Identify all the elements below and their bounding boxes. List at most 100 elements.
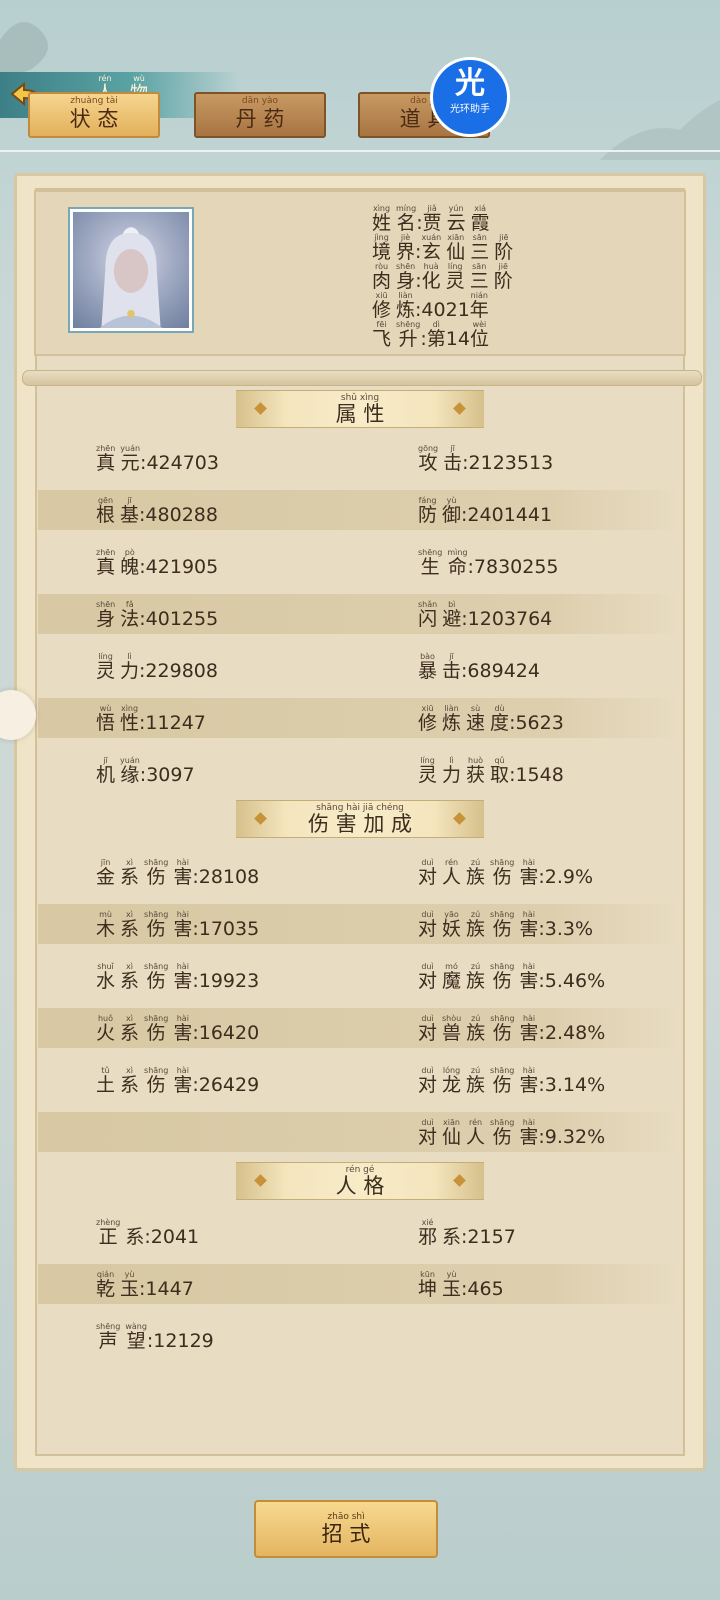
tab-status[interactable]: zhuàng tài 状 态	[28, 92, 160, 138]
profile-value-char: wèi 位	[470, 320, 489, 350]
pinyin-text: wù	[133, 74, 145, 83]
profile-label-char: jìng 境	[372, 233, 391, 263]
stat-label-char: zú 族	[466, 1066, 485, 1096]
hanzi-text: 伤	[492, 918, 512, 940]
profile-value-char: sān 三	[470, 262, 489, 292]
moves-button[interactable]: zhāo shì 招 式	[254, 1500, 438, 1558]
hanzi-text: 族	[466, 1022, 486, 1044]
profile-label-char: shēng 升	[396, 320, 420, 350]
stat-label-char: duì 对	[418, 910, 437, 940]
hanzi-text: 仙	[446, 241, 466, 263]
stat-label-char: lì 力	[442, 756, 461, 786]
stat-label-char: jī 机	[96, 756, 115, 786]
hanzi-text: 力	[442, 764, 462, 786]
stat-value: :17035	[192, 918, 260, 940]
stat-label-char: xì 系	[120, 1066, 139, 1096]
hanzi-text: 三	[469, 270, 489, 292]
hanzi-text: 真	[96, 452, 116, 474]
stat-label-char: liàn 炼	[442, 704, 461, 734]
stat-label-char: kūn 坤	[418, 1270, 437, 1300]
tab-label: 丹 药	[235, 107, 285, 131]
stat-label-char: tǔ 土	[96, 1066, 115, 1096]
profile-label-char: jiè 界	[396, 233, 415, 263]
personality-row: qián 乾 yù 玉:1447 kūn 坤 yù 玉:465	[38, 1264, 682, 1304]
hanzi-text: 金	[96, 866, 116, 888]
stat-cell: fáng 防 yù 御:2401441	[418, 496, 552, 526]
stat-label-char: zú 族	[466, 962, 485, 992]
profile-value-char: sān 三	[470, 233, 489, 263]
hanzi-text: 害	[519, 1126, 539, 1148]
tab-pills[interactable]: dān yào 丹 药	[194, 92, 326, 138]
stat-cell: wù 悟 xìng 性:11247	[96, 704, 206, 734]
attribute-row: shēn 身 fǎ 法:401255 shǎn 闪 bì 避:1203764	[38, 594, 682, 634]
helper-watermark[interactable]: 光 光环助手	[430, 57, 510, 137]
stat-cell: xié 邪 系:2157	[418, 1218, 516, 1248]
stat-value: :12129	[146, 1330, 214, 1352]
hanzi-text: 害	[519, 1074, 539, 1096]
hanzi-text: 害	[519, 970, 539, 992]
profile-label-char: ròu 肉	[372, 262, 391, 292]
header-divider	[0, 150, 720, 152]
damage-row: shuǐ 水 xì 系 shāng 伤 hài 害:19923 duì 对 mó 魔 zú 族 shāng 伤…	[38, 956, 682, 996]
pinyin-text: rén	[98, 74, 112, 83]
hanzi-text: 贾	[422, 212, 442, 234]
moves-pinyin: zhāo shì	[327, 1512, 365, 1522]
hanzi-text: 速	[466, 712, 486, 734]
hanzi-text: 仙	[442, 1126, 462, 1148]
hanzi-text: 害	[173, 970, 193, 992]
hanzi-text: 害	[519, 866, 539, 888]
stat-value: :3.14%	[538, 1074, 606, 1096]
stat-label-char: xiū 修	[418, 704, 437, 734]
stat-label-char: shāng 伤	[490, 1066, 514, 1096]
stat-value: :19923	[192, 970, 260, 992]
stat-value: :2123513	[462, 452, 554, 474]
stat-label-char: dù 度	[490, 704, 509, 734]
hanzi-text: 阶	[494, 241, 514, 263]
hanzi-text: 对	[418, 918, 438, 940]
stat-value: :1203764	[461, 608, 553, 630]
section-attributes: shǔ xìng 属 性	[236, 390, 484, 428]
profile-value-char: xiān 仙	[446, 233, 465, 263]
hanzi-text: 族	[466, 1074, 486, 1096]
hanzi-text: 害	[173, 1022, 193, 1044]
stat-label-char: hài 害	[173, 962, 192, 992]
stat-label-char: lì 力	[120, 652, 139, 682]
stat-value: :11247	[139, 712, 206, 734]
stat-value: :2401441	[461, 504, 553, 526]
section-title: 人 格	[335, 1174, 385, 1198]
stat-label-char: shāng 伤	[490, 1014, 514, 1044]
stat-label-char: shǎn 闪	[418, 600, 437, 630]
tab-label: 状 态	[69, 107, 119, 131]
stat-cell: líng 灵 lì 力:229808	[96, 652, 218, 682]
hanzi-text: 土	[96, 1074, 116, 1096]
hanzi-text: 元	[120, 452, 140, 474]
hanzi-text: 击	[442, 660, 462, 682]
stat-cell: shǎn 闪 bì 避:1203764	[418, 600, 552, 630]
hanzi-text: 人	[442, 866, 462, 888]
profile-line: xìng 姓 míng 名: jiǎ 贾 yún 云 xiá 霞	[372, 204, 490, 234]
tab-pinyin: dān yào	[241, 96, 279, 106]
stat-label-char: hài 害	[173, 910, 192, 940]
stat-label-char: duì 对	[418, 1118, 437, 1148]
stat-label-char: jī 击	[442, 652, 461, 682]
hanzi-text: 伤	[492, 1022, 512, 1044]
scroll-divider	[22, 370, 702, 386]
stat-label-char: xié 邪	[418, 1218, 437, 1248]
stat-label-char: hài 害	[519, 1118, 538, 1148]
hanzi-text: 对	[418, 970, 438, 992]
stat-label-char: xì 系	[120, 1014, 139, 1044]
stat-label-char: xì 系	[120, 962, 139, 992]
hanzi-text: 取	[490, 764, 510, 786]
stat-cell: tǔ 土 xì 系 shāng 伤 hài 害:26429	[96, 1066, 259, 1096]
hanzi-text: 攻	[418, 452, 438, 474]
hanzi-text: 伤	[492, 866, 512, 888]
hanzi-text: 系	[442, 1226, 462, 1248]
hanzi-text: 闪	[418, 608, 438, 630]
stat-label-char: shāng 伤	[144, 858, 168, 888]
stat-cell: shēng 生 mìng 命:7830255	[418, 548, 559, 578]
stat-cell: duì 对 lóng 龙 zú 族 shāng 伤 hài 害:3.14%	[418, 1066, 605, 1096]
stat-label-char: qián 乾	[96, 1270, 115, 1300]
stat-label-char: shāng 伤	[144, 910, 168, 940]
hanzi-text: 伤	[492, 1126, 512, 1148]
stat-label-char: shāng 伤	[144, 962, 168, 992]
